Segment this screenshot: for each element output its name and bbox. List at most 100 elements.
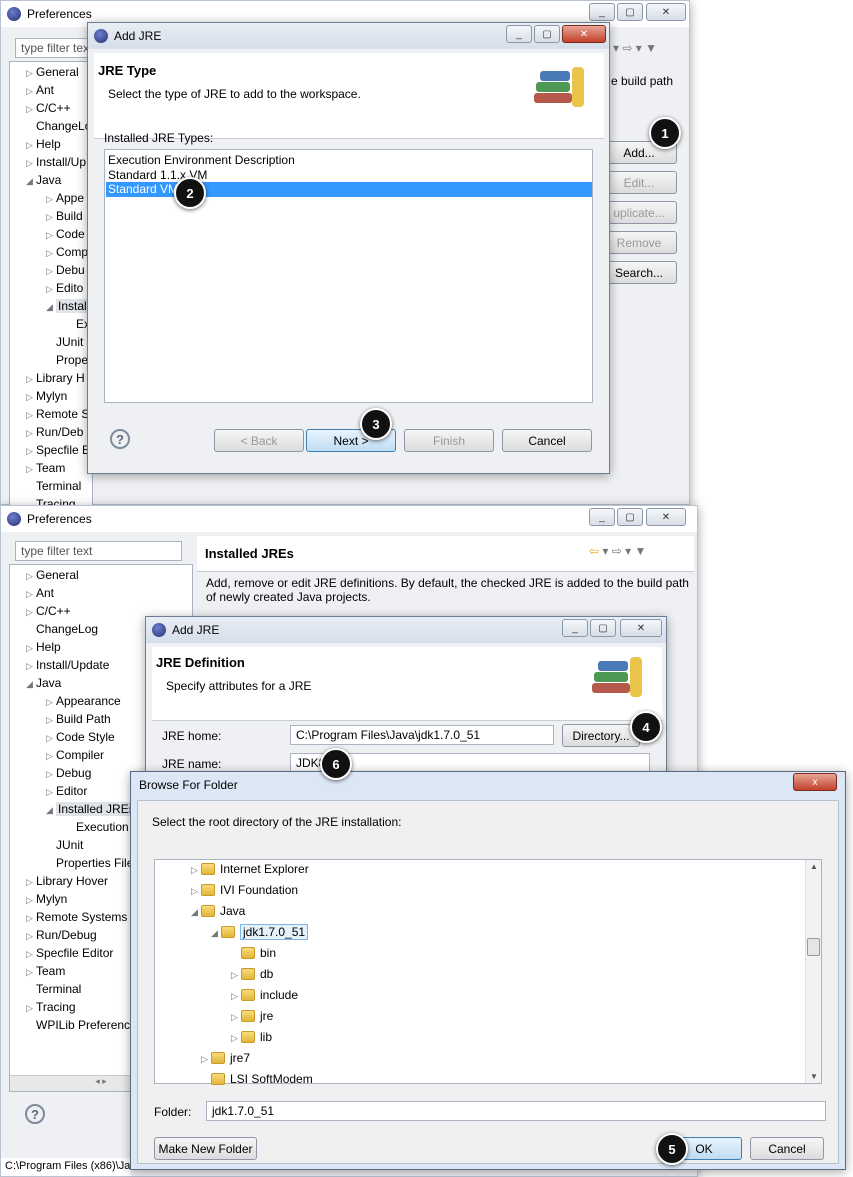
expand-arrow-icon[interactable]: ▷ — [26, 86, 36, 97]
maximize-button[interactable]: ▢ — [590, 619, 616, 637]
tree-item[interactable]: ▷ Team — [26, 461, 65, 475]
tree-item[interactable]: ▷ lib — [231, 1030, 272, 1044]
tree-item[interactable]: ▷ Compiler — [46, 748, 104, 762]
remove-button[interactable]: Remove — [601, 231, 677, 254]
expand-arrow-icon[interactable]: ▷ — [26, 607, 36, 618]
tree-item[interactable]: ▷ Build — [46, 209, 83, 223]
tree-item[interactable]: ▷ Mylyn — [26, 389, 67, 403]
expand-arrow-icon[interactable]: ▷ — [26, 140, 36, 151]
tree-item[interactable]: ▷ jre7 — [201, 1051, 250, 1065]
expand-arrow-icon[interactable]: ▷ — [191, 865, 201, 876]
expanded-icon[interactable]: ◢ — [191, 907, 201, 918]
tree-item[interactable]: ▷ Run/Deb — [26, 425, 83, 439]
expand-arrow-icon[interactable]: ▷ — [26, 1003, 36, 1014]
tree-item[interactable]: ◢ Java — [26, 173, 61, 187]
tree-item[interactable]: ▷ Remote Systems — [26, 910, 127, 924]
expand-arrow-icon[interactable]: ▷ — [26, 589, 36, 600]
close-button[interactable]: ✕ — [562, 25, 606, 43]
expand-arrow-icon[interactable]: ▷ — [26, 661, 36, 672]
tree-item[interactable]: ▷ Specfile Editor — [26, 946, 113, 960]
expand-arrow-icon[interactable]: ▷ — [201, 1054, 211, 1065]
tree-item[interactable]: ▷ Run/Debug — [26, 928, 97, 942]
back-button[interactable]: < Back — [214, 429, 304, 452]
tree-item[interactable]: ▷ Library Hover — [26, 874, 108, 888]
minimize-button[interactable]: _ — [506, 25, 532, 43]
tree-item[interactable]: Terminal — [26, 982, 81, 996]
expand-arrow-icon[interactable]: ▷ — [26, 913, 36, 924]
expanded-icon[interactable]: ◢ — [211, 928, 221, 939]
tree-item[interactable]: ▷ Remote S — [26, 407, 89, 421]
tree-item[interactable]: ▷ include — [231, 988, 298, 1002]
expand-arrow-icon[interactable]: ▷ — [46, 733, 56, 744]
tree-item[interactable]: ▷ Code Style — [46, 730, 115, 744]
tree-item[interactable]: ▷ Build Path — [46, 712, 111, 726]
tree-item[interactable]: ▷ jre — [231, 1009, 273, 1023]
cancel-button[interactable]: Cancel — [750, 1137, 824, 1160]
tree-item[interactable]: ▷ Debug — [46, 766, 91, 780]
tree-item[interactable]: ▷ Debu — [46, 263, 85, 277]
minimize-button[interactable]: _ — [589, 508, 615, 526]
tree-item[interactable]: ▷ Install/Up — [26, 155, 86, 169]
expand-arrow-icon[interactable]: ▷ — [231, 970, 241, 981]
tree-item[interactable]: ▷ Tracing — [26, 1000, 76, 1014]
tree-item[interactable]: JUnit — [46, 838, 83, 852]
finish-button[interactable]: Finish — [404, 429, 494, 452]
expand-arrow-icon[interactable]: ▷ — [46, 715, 56, 726]
expand-arrow-icon[interactable]: ▷ — [26, 571, 36, 582]
expand-arrow-icon[interactable]: ▷ — [26, 392, 36, 403]
tree-item[interactable]: ▷ IVI Foundation — [191, 883, 298, 897]
jre-home-field[interactable]: C:\Program Files\Java\jdk1.7.0_51 — [290, 725, 554, 745]
expand-arrow-icon[interactable]: ▷ — [231, 1012, 241, 1023]
tree-item[interactable]: ◢ Installed JREs — [46, 802, 137, 816]
list-item[interactable]: Execution Environment Description — [108, 153, 295, 167]
expand-arrow-icon[interactable]: ▷ — [26, 410, 36, 421]
tree-item[interactable]: Execution — [66, 820, 129, 834]
tree-item[interactable]: bin — [231, 946, 276, 960]
tree-item[interactable]: ▷ General — [26, 65, 79, 79]
duplicate-button[interactable]: uplicate... — [601, 201, 677, 224]
close-button[interactable]: ✕ — [646, 3, 686, 21]
tree-item[interactable]: ▷ Code — [46, 227, 85, 241]
minimize-button[interactable]: _ — [562, 619, 588, 637]
maximize-button[interactable]: ▢ — [617, 3, 643, 21]
close-button[interactable]: ✕ — [620, 619, 662, 637]
tree-item[interactable]: ▷ Appe — [46, 191, 84, 205]
expand-arrow-icon[interactable]: ▷ — [26, 104, 36, 115]
tree-item[interactable]: ▷ Help — [26, 640, 61, 654]
expand-arrow-icon[interactable]: ▷ — [191, 886, 201, 897]
expanded-icon[interactable]: ◢ — [26, 679, 36, 690]
expand-arrow-icon[interactable]: ▷ — [26, 446, 36, 457]
expand-arrow-icon[interactable]: ▷ — [26, 949, 36, 960]
expand-arrow-icon[interactable]: ▷ — [46, 787, 56, 798]
expand-arrow-icon[interactable]: ▷ — [26, 931, 36, 942]
expand-arrow-icon[interactable]: ▷ — [46, 212, 56, 223]
expand-arrow-icon[interactable]: ▷ — [26, 877, 36, 888]
expand-arrow-icon[interactable]: ▷ — [46, 194, 56, 205]
tree-item[interactable]: ▷ Edito — [46, 281, 83, 295]
expand-arrow-icon[interactable]: ▷ — [231, 991, 241, 1002]
tree-item[interactable]: ▷ C/C++ — [26, 604, 71, 618]
filter-input[interactable]: type filter text — [15, 541, 182, 561]
tree-item[interactable]: ChangeLog — [26, 622, 98, 636]
directory-button[interactable]: Directory... — [562, 724, 640, 747]
expand-arrow-icon[interactable]: ▷ — [26, 374, 36, 385]
expand-arrow-icon[interactable]: ▷ — [46, 230, 56, 241]
expand-arrow-icon[interactable]: ▷ — [26, 643, 36, 654]
tree-item[interactable]: ▷ Ant — [26, 83, 54, 97]
expand-arrow-icon[interactable]: ▷ — [46, 248, 56, 259]
tree-item[interactable]: ▷ Internet Explorer — [191, 862, 309, 876]
expand-arrow-icon[interactable]: ▷ — [46, 266, 56, 277]
tree-item[interactable]: ▷ Help — [26, 137, 61, 151]
tree-item[interactable]: ▷ Appearance — [46, 694, 121, 708]
expand-arrow-icon[interactable]: ▷ — [46, 751, 56, 762]
nav-arrows-icon[interactable]: ⇦ ▾ ⇨ ▾ ▼ — [589, 544, 646, 558]
tree-item[interactable]: Prope — [46, 353, 88, 367]
expand-arrow-icon[interactable]: ▷ — [26, 967, 36, 978]
tree-item[interactable]: ▷ Ant — [26, 586, 54, 600]
expand-arrow-icon[interactable]: ▷ — [46, 284, 56, 295]
tree-item[interactable]: Terminal — [26, 479, 81, 493]
tree-item[interactable]: ◢ Java — [191, 904, 245, 918]
tree-item[interactable]: ▷ Install/Update — [26, 658, 109, 672]
tree-item[interactable]: JUnit — [46, 335, 83, 349]
tree-item[interactable]: ▷ Specfile E — [26, 443, 90, 457]
